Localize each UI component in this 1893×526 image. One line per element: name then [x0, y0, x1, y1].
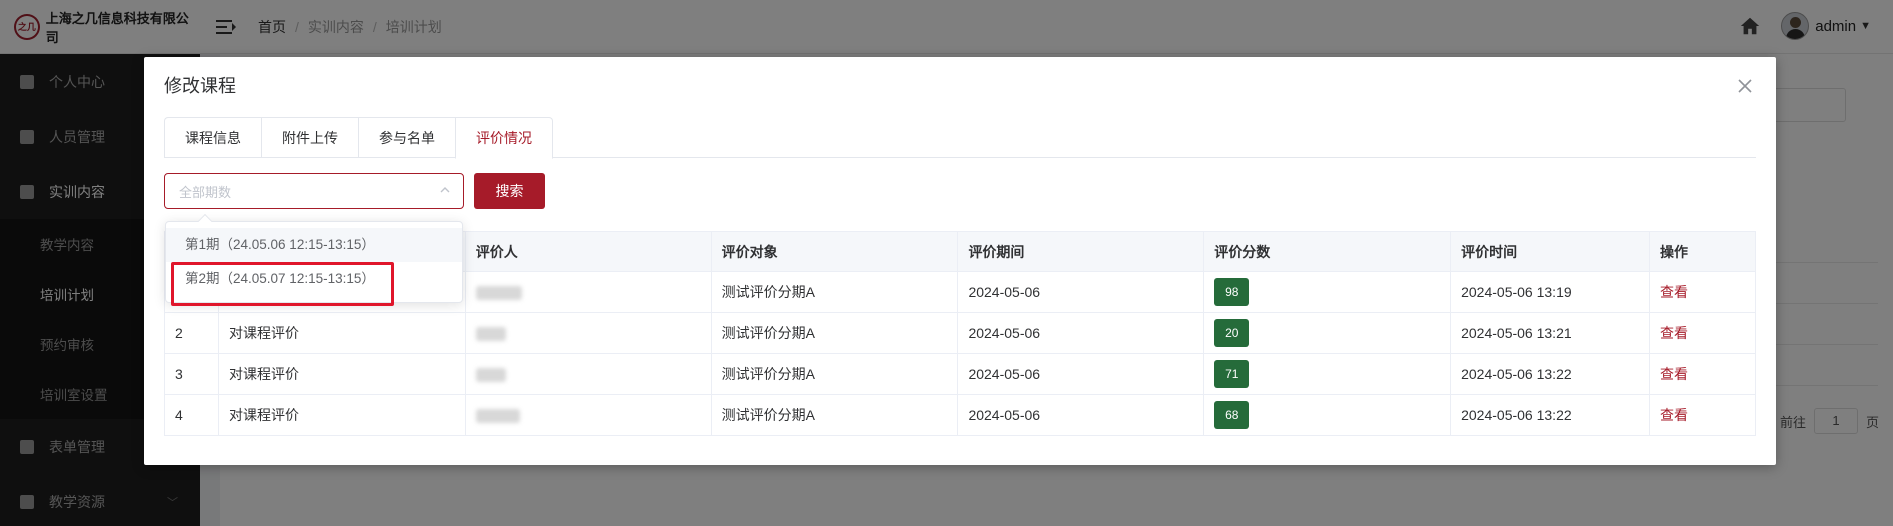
row-action: 查看: [1648, 394, 1757, 436]
dropdown-option-period-1[interactable]: 第1期（24.05.06 12:15-13:15）: [166, 228, 462, 262]
score-badge: 71: [1214, 360, 1250, 388]
close-icon[interactable]: [1738, 79, 1752, 93]
period-select-placeholder: 全部期数: [179, 184, 232, 200]
row-target: 测试评价分期A: [710, 394, 959, 436]
view-link[interactable]: 查看: [1660, 284, 1688, 300]
row-action: 查看: [1648, 271, 1757, 313]
row-type: 对课程评价: [217, 353, 466, 395]
column-header-time: 评价时间: [1450, 231, 1650, 272]
table-row: 4 对课程评价 测试评价分期A 2024-05-06 68 2024-05-06…: [164, 394, 1757, 436]
row-time: 2024-05-06 13:21: [1450, 312, 1650, 354]
row-target: 测试评价分期A: [710, 312, 959, 354]
row-time: 2024-05-06 13:22: [1450, 353, 1650, 395]
column-header-period: 评价期间: [957, 231, 1205, 272]
row-time: 2024-05-06 13:19: [1450, 271, 1650, 313]
tab-course-info[interactable]: 课程信息: [164, 117, 261, 158]
score-badge: 20: [1214, 319, 1250, 347]
score-badge: 98: [1214, 278, 1250, 306]
row-score: 71: [1203, 353, 1452, 395]
view-link[interactable]: 查看: [1660, 366, 1688, 382]
row-index: 4: [164, 394, 219, 436]
row-time: 2024-05-06 13:22: [1450, 394, 1650, 436]
row-period: 2024-05-06: [957, 353, 1205, 395]
row-score: 68: [1203, 394, 1452, 436]
column-header-target: 评价对象: [710, 231, 959, 272]
search-button[interactable]: 搜索: [474, 173, 545, 209]
table-row: 3 对课程评价 测试评价分期A 2024-05-06 71 2024-05-06…: [164, 353, 1757, 395]
column-header-evaluator: 评价人: [464, 231, 712, 272]
dialog-title: 修改课程: [164, 76, 236, 96]
column-header-action: 操作: [1648, 231, 1757, 272]
row-evaluator: [464, 271, 712, 313]
row-type: 对课程评价: [217, 312, 466, 354]
row-evaluator: [464, 312, 712, 354]
chevron-up-icon: [440, 187, 450, 193]
row-period: 2024-05-06: [957, 312, 1205, 354]
row-score: 98: [1203, 271, 1452, 313]
tab-evaluation[interactable]: 评价情况: [455, 117, 553, 159]
row-period: 2024-05-06: [957, 271, 1205, 313]
row-target: 测试评价分期A: [710, 271, 959, 313]
period-dropdown: 第1期（24.05.06 12:15-13:15） 第2期（24.05.07 1…: [165, 213, 463, 303]
column-header-score: 评价分数: [1203, 231, 1452, 272]
row-target: 测试评价分期A: [710, 353, 959, 395]
period-select[interactable]: 全部期数: [164, 173, 464, 209]
row-evaluator: [464, 353, 712, 395]
row-action: 查看: [1648, 353, 1757, 395]
view-link[interactable]: 查看: [1660, 407, 1688, 423]
dialog-tabs: 课程信息 附件上传 参与名单 评价情况: [164, 117, 1756, 159]
row-type: 对课程评价: [217, 394, 466, 436]
row-index: 3: [164, 353, 219, 395]
row-evaluator: [464, 394, 712, 436]
score-badge: 68: [1214, 401, 1250, 429]
redacted-name: [475, 409, 520, 424]
table-row: 2 对课程评价 测试评价分期A 2024-05-06 20 2024-05-06…: [164, 312, 1757, 354]
row-action: 查看: [1648, 312, 1757, 354]
row-index: 2: [164, 312, 219, 354]
dropdown-option-period-2[interactable]: 第2期（24.05.07 12:15-13:15）: [166, 262, 462, 296]
redacted-name: [475, 327, 506, 342]
row-score: 20: [1203, 312, 1452, 354]
row-period: 2024-05-06: [957, 394, 1205, 436]
view-link[interactable]: 查看: [1660, 325, 1688, 341]
redacted-name: [475, 368, 506, 383]
redacted-name: [475, 286, 522, 301]
tab-attachment-upload[interactable]: 附件上传: [261, 117, 358, 158]
tab-participant-list[interactable]: 参与名单: [358, 117, 455, 158]
